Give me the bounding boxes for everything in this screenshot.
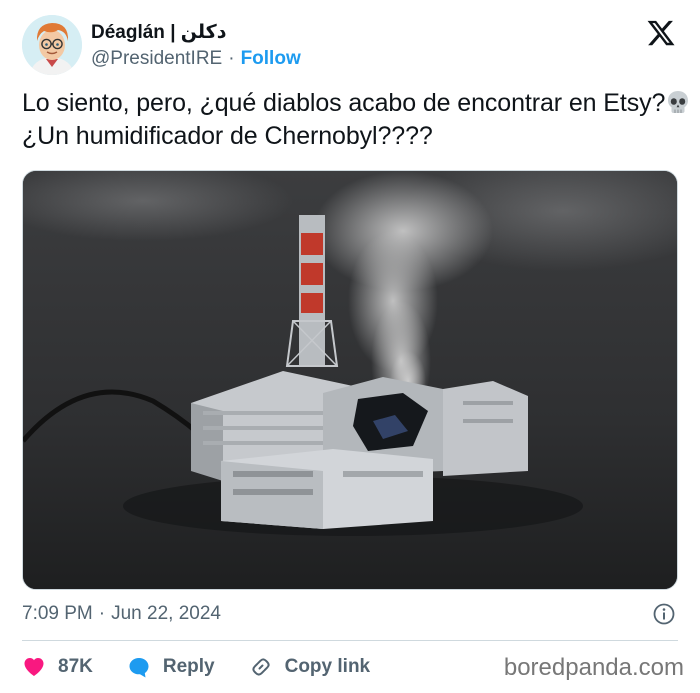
handle-separator: · <box>228 48 235 69</box>
follow-button[interactable]: Follow <box>241 48 301 69</box>
tweet-text: Lo siento, pero, ¿qué diablos acabo de e… <box>22 87 692 153</box>
heart-icon <box>24 658 44 676</box>
reply-button[interactable]: Reply <box>127 655 215 679</box>
like-button[interactable]: 87K <box>22 655 93 679</box>
action-bar: 87K Reply Copy link <box>22 653 404 681</box>
timestamp-separator: · <box>98 603 106 624</box>
watermark: boredpanda.com <box>503 654 684 681</box>
handle[interactable]: @PresidentIRE <box>91 48 222 69</box>
tweet-text-part-1: Lo siento, pero, ¿qué diablos acabo de e… <box>22 89 666 117</box>
display-name[interactable]: Déaglán | دكلن <box>91 21 226 45</box>
timestamp[interactable]: 7:09 PM · Jun 22, 2024 <box>22 602 221 626</box>
copy-link-label: Copy link <box>284 656 371 677</box>
link-icon <box>252 658 270 676</box>
handle-row: @PresidentIRE · Follow <box>91 47 301 71</box>
avatar[interactable] <box>22 15 82 75</box>
reply-bubble-icon <box>129 658 149 678</box>
chernobyl-humidifier-photo <box>23 171 677 589</box>
like-count: 87K <box>58 656 93 677</box>
reply-label: Reply <box>162 656 215 677</box>
tweet-text-part-2: ¿Un humidificador de Chernobyl???? <box>22 122 433 150</box>
tweet-date: Jun 22, 2024 <box>111 603 221 624</box>
divider <box>22 640 678 641</box>
skull-icon <box>668 91 689 113</box>
tweet-image[interactable] <box>22 170 678 590</box>
info-icon[interactable] <box>652 602 676 626</box>
tweet-card: Déaglán | دكلن @PresidentIRE · Follow Lo s… <box>0 0 700 693</box>
copy-link-button[interactable]: Copy link <box>249 655 371 679</box>
tweet-time: 7:09 PM <box>22 603 93 624</box>
x-logo-icon[interactable] <box>646 18 676 48</box>
